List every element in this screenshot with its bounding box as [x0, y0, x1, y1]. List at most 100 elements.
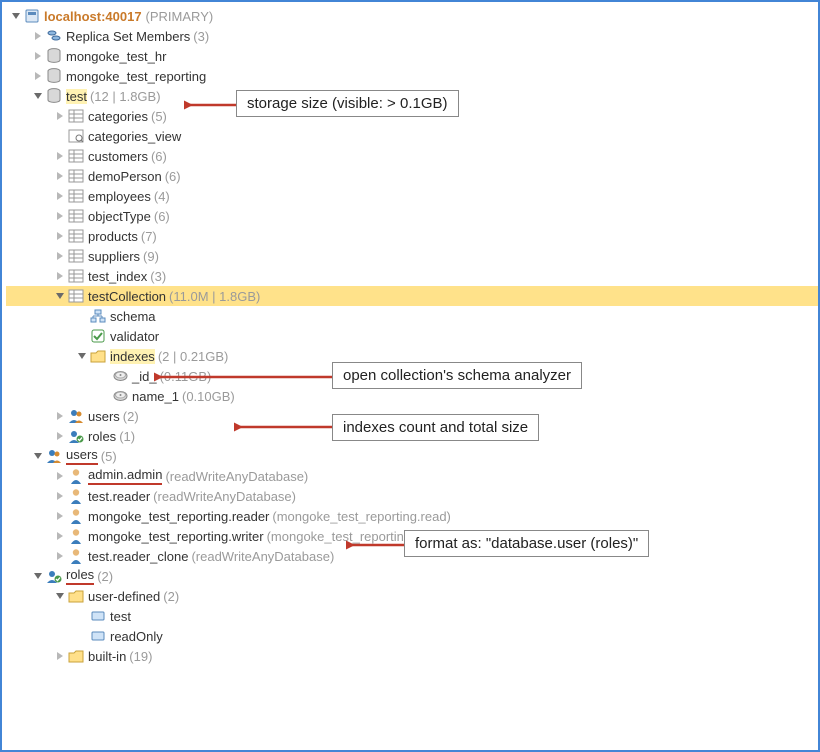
db-users-meta: (2) — [123, 409, 139, 424]
twisty-closed-icon[interactable] — [32, 30, 44, 42]
node-user[interactable]: mongoke_test_reporting.reader(mongoke_te… — [6, 506, 818, 526]
user-icon — [68, 488, 84, 504]
node-collection[interactable]: objectType(6) — [6, 206, 818, 226]
twisty-closed-icon[interactable] — [54, 110, 66, 122]
node-testcollection[interactable]: testCollection (11.0M | 1.8GB) — [6, 286, 818, 306]
global-roles-meta: (2) — [97, 569, 113, 584]
node-collection[interactable]: customers(6) — [6, 146, 818, 166]
collection-meta: (6) — [154, 209, 170, 224]
node-builtin[interactable]: built-in (19) — [6, 646, 818, 666]
node-validator[interactable]: validator — [6, 326, 818, 346]
node-collection[interactable]: suppliers(9) — [6, 246, 818, 266]
node-role[interactable]: readOnly — [6, 626, 818, 646]
twisty-open-icon[interactable] — [32, 450, 44, 462]
collection-meta: (6) — [165, 169, 181, 184]
node-collection[interactable]: products(7) — [6, 226, 818, 246]
node-collection[interactable]: employees(4) — [6, 186, 818, 206]
roles-icon — [68, 428, 84, 444]
collection-label: test_index — [88, 269, 147, 284]
tree-panel: storage size (visible: > 0.1GB) open col… — [0, 0, 820, 752]
global-roles-label: roles — [66, 567, 94, 585]
node-role[interactable]: test — [6, 606, 818, 626]
collection-icon — [68, 168, 84, 184]
twisty-closed-icon[interactable] — [54, 230, 66, 242]
collection-label: employees — [88, 189, 151, 204]
twisty-closed-icon[interactable] — [54, 150, 66, 162]
twisty-closed-icon[interactable] — [54, 410, 66, 422]
index-label: _id_ — [132, 369, 157, 384]
node-user[interactable]: admin.admin(readWriteAnyDatabase) — [6, 466, 818, 486]
twisty-closed-icon[interactable] — [54, 250, 66, 262]
twisty-closed-icon[interactable] — [54, 510, 66, 522]
node-collection[interactable]: test_index(3) — [6, 266, 818, 286]
user-defined-label: user-defined — [88, 589, 160, 604]
user-label: mongoke_test_reporting.reader — [88, 509, 269, 524]
twisty-closed-icon[interactable] — [32, 50, 44, 62]
callout-format: format as: "database.user (roles)" — [404, 530, 649, 557]
twisty-closed-icon[interactable] — [54, 490, 66, 502]
twisty-closed-icon[interactable] — [54, 210, 66, 222]
twisty-closed-icon[interactable] — [32, 70, 44, 82]
twisty-closed-icon[interactable] — [54, 470, 66, 482]
twisty-closed-icon[interactable] — [54, 190, 66, 202]
collection-icon — [68, 248, 84, 264]
role-icon — [90, 628, 106, 644]
role-label: readOnly — [110, 629, 163, 644]
user-label: test.reader_clone — [88, 549, 188, 564]
node-db-reporting[interactable]: mongoke_test_reporting — [6, 66, 818, 86]
node-schema[interactable]: schema — [6, 306, 818, 326]
node-index[interactable]: name_1(0.10GB) — [6, 386, 818, 406]
twisty-open-icon[interactable] — [32, 90, 44, 102]
node-db-hr[interactable]: mongoke_test_hr — [6, 46, 818, 66]
validator-label: validator — [110, 329, 159, 344]
twisty-closed-icon[interactable] — [54, 170, 66, 182]
collection-label: categories_view — [88, 129, 181, 144]
collection-label: products — [88, 229, 138, 244]
users-icon — [46, 448, 62, 464]
node-server[interactable]: localhost:40017 (PRIMARY) — [6, 6, 818, 26]
user-icon — [68, 508, 84, 524]
twisty-closed-icon[interactable] — [54, 550, 66, 562]
twisty-closed-icon[interactable] — [54, 430, 66, 442]
node-global-roles[interactable]: roles (2) — [6, 566, 818, 586]
database-icon — [46, 48, 62, 64]
node-collection[interactable]: categories_view — [6, 126, 818, 146]
db-roles-meta: (1) — [119, 429, 135, 444]
twisty-open-icon[interactable] — [32, 570, 44, 582]
twisty-open-icon[interactable] — [54, 290, 66, 302]
server-icon — [24, 8, 40, 24]
twisty-closed-icon[interactable] — [54, 650, 66, 662]
view-icon — [68, 128, 84, 144]
twisty-closed-icon[interactable] — [54, 530, 66, 542]
node-user[interactable]: test.reader(readWriteAnyDatabase) — [6, 486, 818, 506]
builtin-meta: (19) — [129, 649, 152, 664]
server-label: localhost:40017 — [44, 9, 142, 24]
user-label: admin.admin — [88, 467, 162, 485]
twisty-closed-icon[interactable] — [54, 270, 66, 282]
collection-meta: (4) — [154, 189, 170, 204]
collection-label: categories — [88, 109, 148, 124]
db-meta: (12 | 1.8GB) — [90, 89, 161, 104]
user-icon — [68, 548, 84, 564]
schema-label: schema — [110, 309, 156, 324]
twisty-open-icon[interactable] — [76, 350, 88, 362]
collection-meta: (7) — [141, 229, 157, 244]
node-global-users[interactable]: users (5) — [6, 446, 818, 466]
users-icon — [68, 408, 84, 424]
replica-label: Replica Set Members — [66, 29, 190, 44]
db-users-label: users — [88, 409, 120, 424]
user-roles: (readWriteAnyDatabase) — [153, 489, 296, 504]
node-replica[interactable]: Replica Set Members (3) — [6, 26, 818, 46]
collection-label: suppliers — [88, 249, 140, 264]
database-icon — [46, 68, 62, 84]
twisty-open-icon[interactable] — [10, 10, 22, 22]
node-user-defined[interactable]: user-defined (2) — [6, 586, 818, 606]
collection-label: customers — [88, 149, 148, 164]
node-collection[interactable]: demoPerson(6) — [6, 166, 818, 186]
global-users-label: users — [66, 447, 98, 465]
role-icon — [90, 608, 106, 624]
user-roles: (mongoke_test_reporting.read) — [272, 509, 451, 524]
indexes-label: indexes — [110, 349, 155, 364]
twisty-open-icon[interactable] — [54, 590, 66, 602]
server-suffix: (PRIMARY) — [146, 9, 214, 24]
